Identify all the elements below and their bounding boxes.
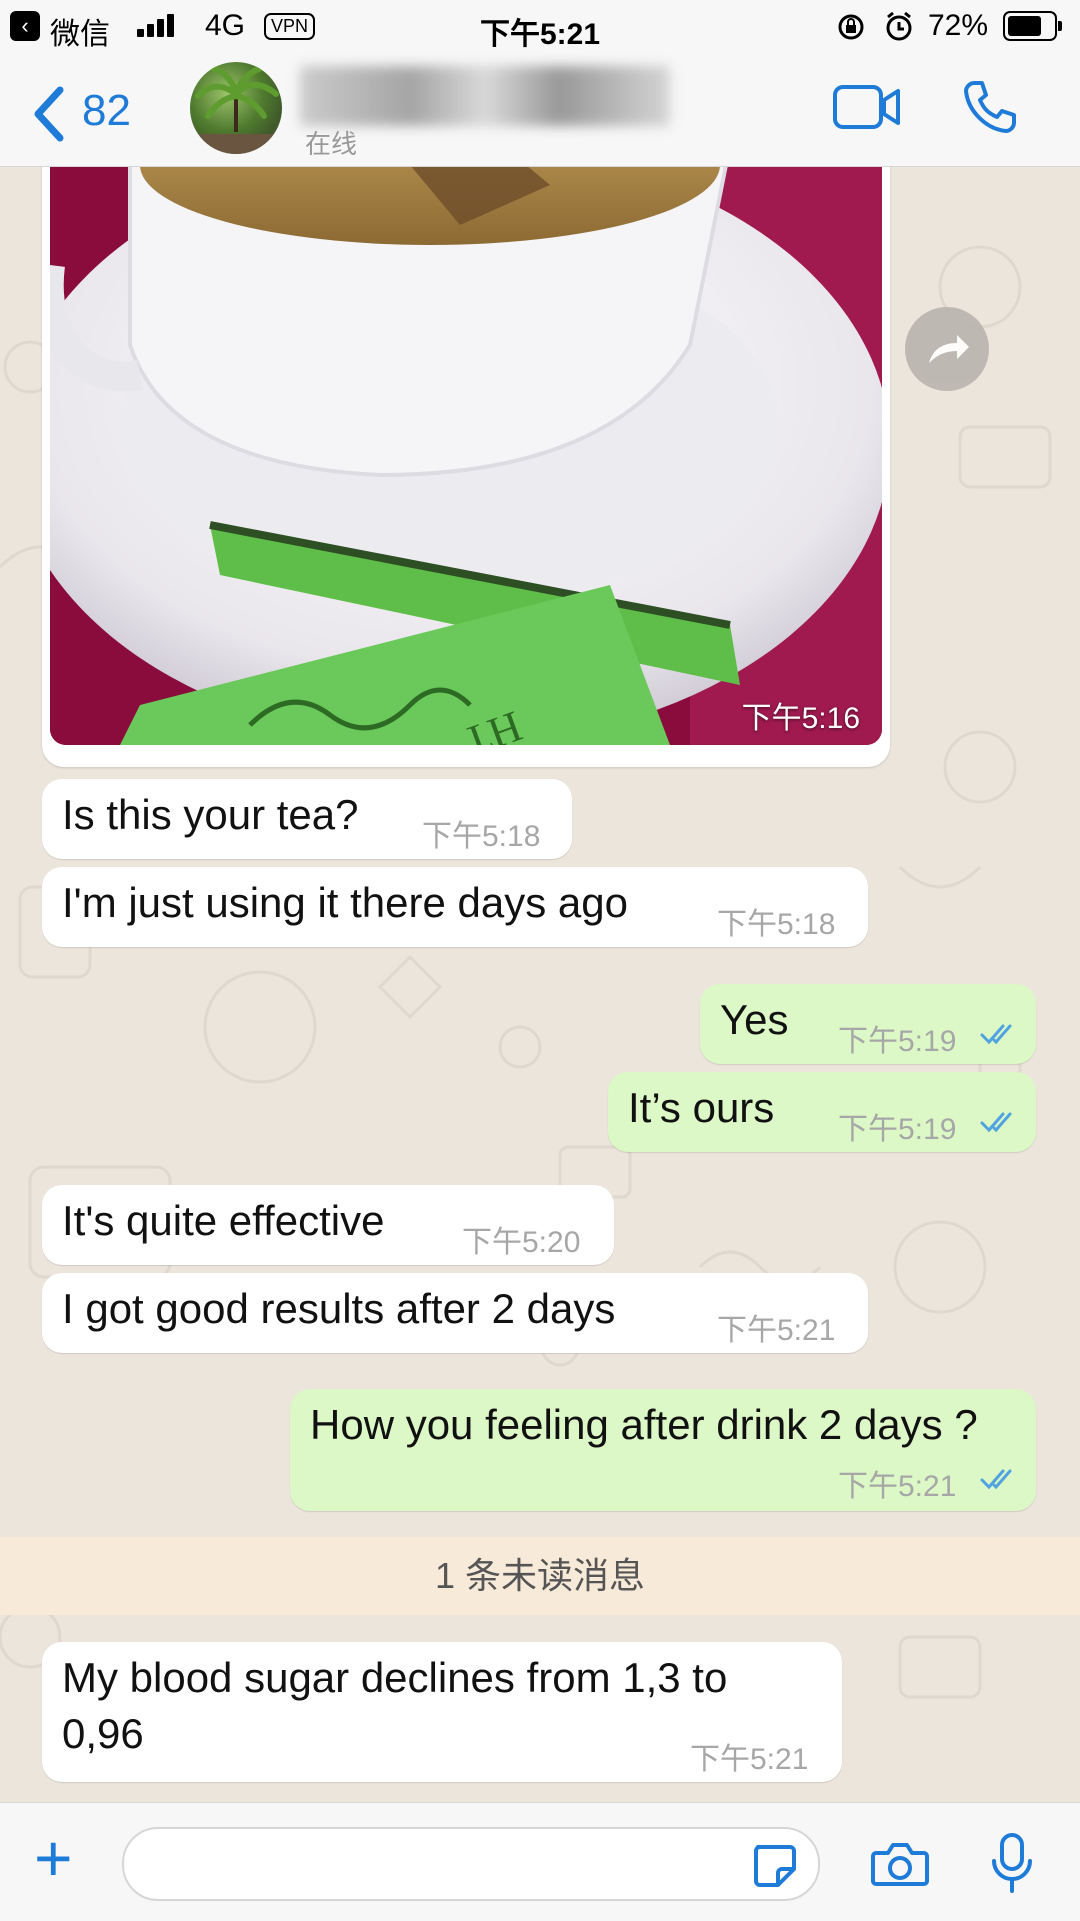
video-call-icon[interactable] xyxy=(832,82,902,132)
back-chevron-icon[interactable] xyxy=(32,86,66,142)
contact-status: 在线 xyxy=(305,129,358,159)
message-timestamp: 下午5:21 xyxy=(690,1743,809,1776)
clock: 下午5:21 xyxy=(480,18,601,51)
attach-plus-icon[interactable]: + xyxy=(34,1825,73,1891)
message-text: How you feeling after drink 2 days ? xyxy=(310,1401,978,1448)
microphone-icon[interactable] xyxy=(990,1831,1034,1895)
tea-cup-photo[interactable]: HT 下午5:16 xyxy=(50,167,882,745)
alarm-icon xyxy=(886,11,912,41)
phone-call-icon[interactable] xyxy=(960,77,1020,137)
message-text: Is this your tea? xyxy=(62,791,359,838)
vpn-badge: VPN xyxy=(264,13,316,40)
forward-icon xyxy=(929,335,969,363)
read-receipt-icon xyxy=(980,1469,1012,1490)
incoming-message[interactable]: I got good results after 2 days 下午5:21 xyxy=(42,1273,868,1353)
message-text: Yes xyxy=(720,996,789,1043)
battery-icon xyxy=(1003,11,1062,41)
message-text-line2: 0,96 xyxy=(62,1710,144,1757)
battery-percent: 72% xyxy=(928,9,989,42)
message-text: I got good results after 2 days xyxy=(62,1285,616,1332)
forward-button[interactable] xyxy=(905,307,989,391)
message-input-bar: + xyxy=(0,1802,1080,1921)
camera-icon[interactable] xyxy=(870,1839,930,1889)
image-message[interactable]: HT 下午5:16 xyxy=(42,167,890,767)
message-timestamp: 下午5:21 xyxy=(838,1470,957,1503)
outgoing-message[interactable]: It’s ours 下午5:19 xyxy=(608,1072,1036,1152)
message-text-line1: My blood sugar declines from 1,3 to xyxy=(62,1654,728,1701)
message-timestamp: 下午5:18 xyxy=(717,908,836,941)
read-receipt-icon xyxy=(980,1112,1012,1133)
chat-header: 82 在线 xyxy=(0,52,1080,167)
chat-area[interactable]: HT 下午5:16 Is this your tea? 下午5:18 I'm j… xyxy=(0,167,1080,1802)
message-timestamp: 下午5:20 xyxy=(462,1226,581,1259)
read-receipt-icon xyxy=(980,1024,1012,1045)
message-timestamp: 下午5:19 xyxy=(838,1025,957,1058)
unread-messages-divider: 1 条未读消息 xyxy=(0,1537,1080,1615)
message-timestamp: 下午5:19 xyxy=(838,1113,957,1146)
unread-count[interactable]: 82 xyxy=(82,86,131,136)
back-to-app-icon[interactable]: ‹ xyxy=(10,11,40,41)
orientation-lock-icon xyxy=(838,14,864,40)
contact-avatar[interactable] xyxy=(190,62,282,154)
status-bar: ‹ 微信 4G VPN 下午5:21 72% xyxy=(0,0,1080,52)
outgoing-message[interactable]: How you feeling after drink 2 days ? 下午5… xyxy=(290,1389,1036,1511)
outgoing-message[interactable]: Yes 下午5:19 xyxy=(700,984,1036,1064)
message-text: It's quite effective xyxy=(62,1197,385,1244)
message-input[interactable] xyxy=(122,1827,820,1901)
incoming-message[interactable]: I'm just using it there days ago 下午5:18 xyxy=(42,867,868,947)
incoming-message[interactable]: My blood sugar declines from 1,3 to 0,96… xyxy=(42,1642,842,1782)
sticker-icon[interactable] xyxy=(750,1841,798,1889)
incoming-message[interactable]: It's quite effective 下午5:20 xyxy=(42,1185,614,1265)
signal-icon xyxy=(137,14,177,37)
image-timestamp: 下午5:16 xyxy=(741,702,860,735)
back-to-app-label[interactable]: 微信 xyxy=(50,9,110,53)
contact-name-redacted[interactable] xyxy=(300,66,670,126)
network-type: 4G xyxy=(205,9,246,42)
message-timestamp: 下午5:21 xyxy=(717,1314,836,1347)
incoming-message[interactable]: Is this your tea? 下午5:18 xyxy=(42,779,572,859)
message-timestamp: 下午5:18 xyxy=(422,820,541,853)
message-text: It’s ours xyxy=(628,1084,775,1131)
message-text: I'm just using it there days ago xyxy=(62,879,628,926)
